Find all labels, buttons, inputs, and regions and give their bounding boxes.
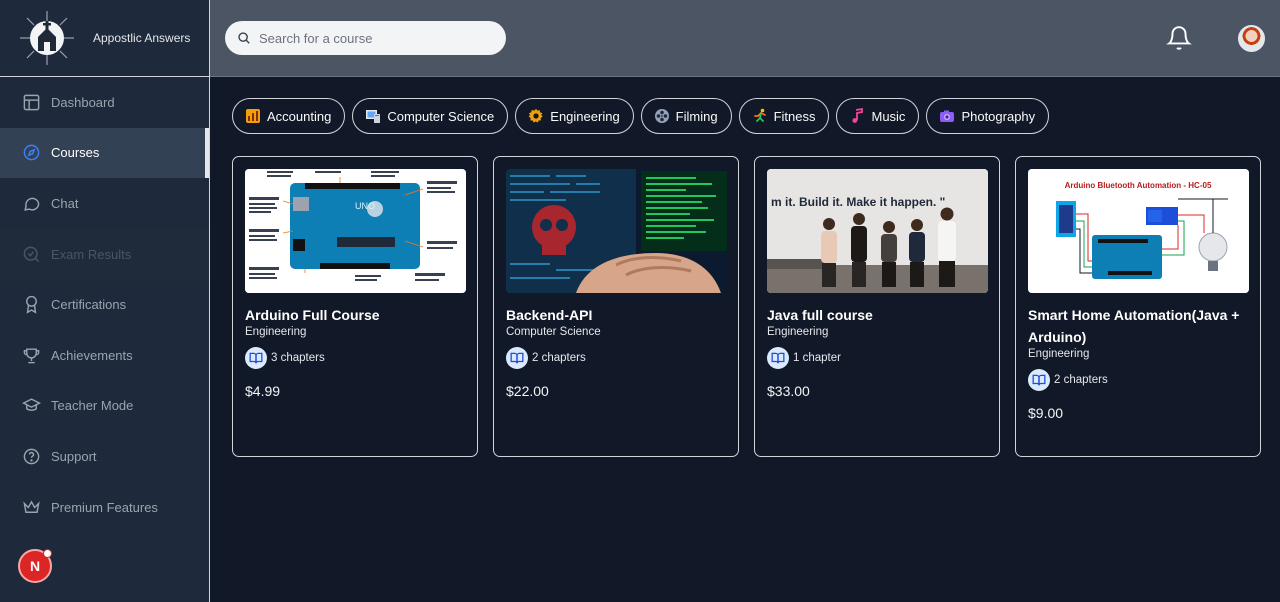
notification-dot [43,549,52,558]
course-category: Engineering [767,326,829,338]
sidebar-item-label: Achievements [51,347,133,363]
course-title: Arduino Full Course [245,307,380,323]
sidebar-item-label: Support [51,448,97,464]
user-initial: N [29,558,41,574]
course-price: $9.00 [1028,405,1064,421]
sidebar-item-label: Chat [51,195,79,211]
sidebar-item-dashboard[interactable]: Dashboard [0,77,209,128]
book-open-icon [767,347,789,369]
course-card-arduino[interactable]: UNO Arduino Full Course Engineering 3 ch… [232,156,478,457]
film-reel-icon [654,108,670,124]
course-price: $4.99 [245,383,281,399]
course-category: Computer Science [506,326,601,338]
sidebar-item-achievements[interactable]: Achievements [0,330,209,381]
category-label: Fitness [773,108,816,124]
category-chip-filming[interactable]: Filming [640,98,732,134]
search-input[interactable] [259,30,489,46]
category-chip-music[interactable]: Music [836,98,920,134]
category-chip-accounting[interactable]: Accounting [232,98,346,134]
search-check-icon [23,246,40,262]
bell-icon[interactable] [1166,24,1192,52]
brand-logo-icon [18,9,76,67]
crown-icon [23,500,40,513]
course-card-smart-home[interactable]: Arduino Bluetooth Automation - HC-05 Sma… [1015,156,1261,457]
category-chip-photography[interactable]: Photography [926,98,1050,134]
course-thumbnail: UNO [245,169,466,293]
course-price: $22.00 [506,383,549,399]
course-card-java[interactable]: m it. Build it. Make it happen. " Java f… [754,156,1000,457]
sidebar-item-label: Dashboard [51,94,115,110]
diagram-title: Arduino Bluetooth Automation - HC-05 [1065,181,1212,190]
camera-icon [939,108,955,124]
course-category: Engineering [245,326,307,338]
category-label: Computer Science [387,108,495,124]
sidebar: Appostlic Answers Dashboard Courses Chat… [0,0,210,602]
category-label: Engineering [550,108,620,124]
course-title: Smart Home Automation(Java + Arduino) [1028,307,1240,345]
category-chip-fitness[interactable]: Fitness [738,98,830,134]
sidebar-item-support[interactable]: Support [0,431,209,482]
svg-text:UNO: UNO [355,201,375,211]
sidebar-item-premium-features[interactable]: Premium Features [0,482,209,533]
profile-avatar[interactable] [1238,25,1265,52]
topbar [210,0,1280,77]
course-chapters: 2 chapters [506,347,726,369]
sidebar-nav: Dashboard Courses Chat Exam Results Cert… [0,77,209,532]
award-icon [26,296,37,314]
chapter-count: 2 chapters [532,352,586,364]
trophy-icon [23,348,40,364]
book-open-icon [1028,369,1050,391]
computer-icon [365,108,381,124]
sidebar-item-exam-results[interactable]: Exam Results [0,228,209,280]
course-thumbnail: m it. Build it. Make it happen. " [767,169,988,293]
chapter-count: 1 chapter [793,352,841,364]
category-label: Filming [675,108,718,124]
category-chip-computer-science[interactable]: Computer Science [352,98,509,134]
runner-icon [752,108,768,124]
layout-icon [23,94,40,111]
help-circle-icon [23,448,40,465]
brand[interactable]: Appostlic Answers [0,0,209,77]
category-label: Accounting [267,108,332,124]
search-icon [238,32,250,44]
category-label: Music [871,108,906,124]
course-card-backend-api[interactable]: Backend-API Computer Science 2 chapters … [493,156,739,457]
course-title: Java full course [767,307,873,323]
sidebar-item-courses[interactable]: Courses [0,127,209,179]
bar-chart-icon [245,108,261,124]
course-title: Backend-API [506,307,593,323]
sidebar-item-certifications[interactable]: Certifications [0,279,209,330]
course-chapters: 3 chapters [245,347,465,369]
banner-text: m it. Build it. Make it happen. " [771,195,945,209]
chapter-count: 3 chapters [271,352,325,364]
category-chip-engineering[interactable]: Engineering [515,98,634,134]
course-thumbnail: Arduino Bluetooth Automation - HC-05 [1028,169,1249,293]
sidebar-item-label: Premium Features [51,499,158,515]
music-note-icon [849,108,865,124]
search-bar[interactable] [225,21,506,55]
course-category: Engineering [1028,348,1090,360]
brand-name: Appostlic Answers [93,31,191,45]
course-chapters: 2 chapters [1028,369,1248,391]
category-label: Photography [961,108,1036,124]
course-price: $33.00 [767,383,810,399]
gear-icon [528,108,544,124]
chapter-count: 2 chapters [1054,374,1108,386]
book-open-icon [506,347,528,369]
graduation-cap-icon [22,398,41,412]
book-open-icon [245,347,267,369]
sidebar-item-label: Courses [51,145,100,161]
sidebar-item-label: Teacher Mode [51,398,134,414]
course-chapters: 1 chapter [767,347,987,369]
sidebar-item-chat[interactable]: Chat [0,178,209,229]
course-thumbnail [506,169,727,293]
sidebar-item-label: Exam Results [51,246,132,262]
sidebar-item-teacher-mode[interactable]: Teacher Mode [0,381,209,432]
sidebar-item-label: Certifications [51,297,127,313]
course-grid: UNO Arduino Full Course Engineering 3 ch… [232,156,1261,457]
compass-icon [23,145,40,161]
chat-icon [24,197,40,211]
category-filters: Accounting Computer Science Engineering … [232,98,1050,134]
user-avatar-button[interactable]: N [18,549,52,583]
